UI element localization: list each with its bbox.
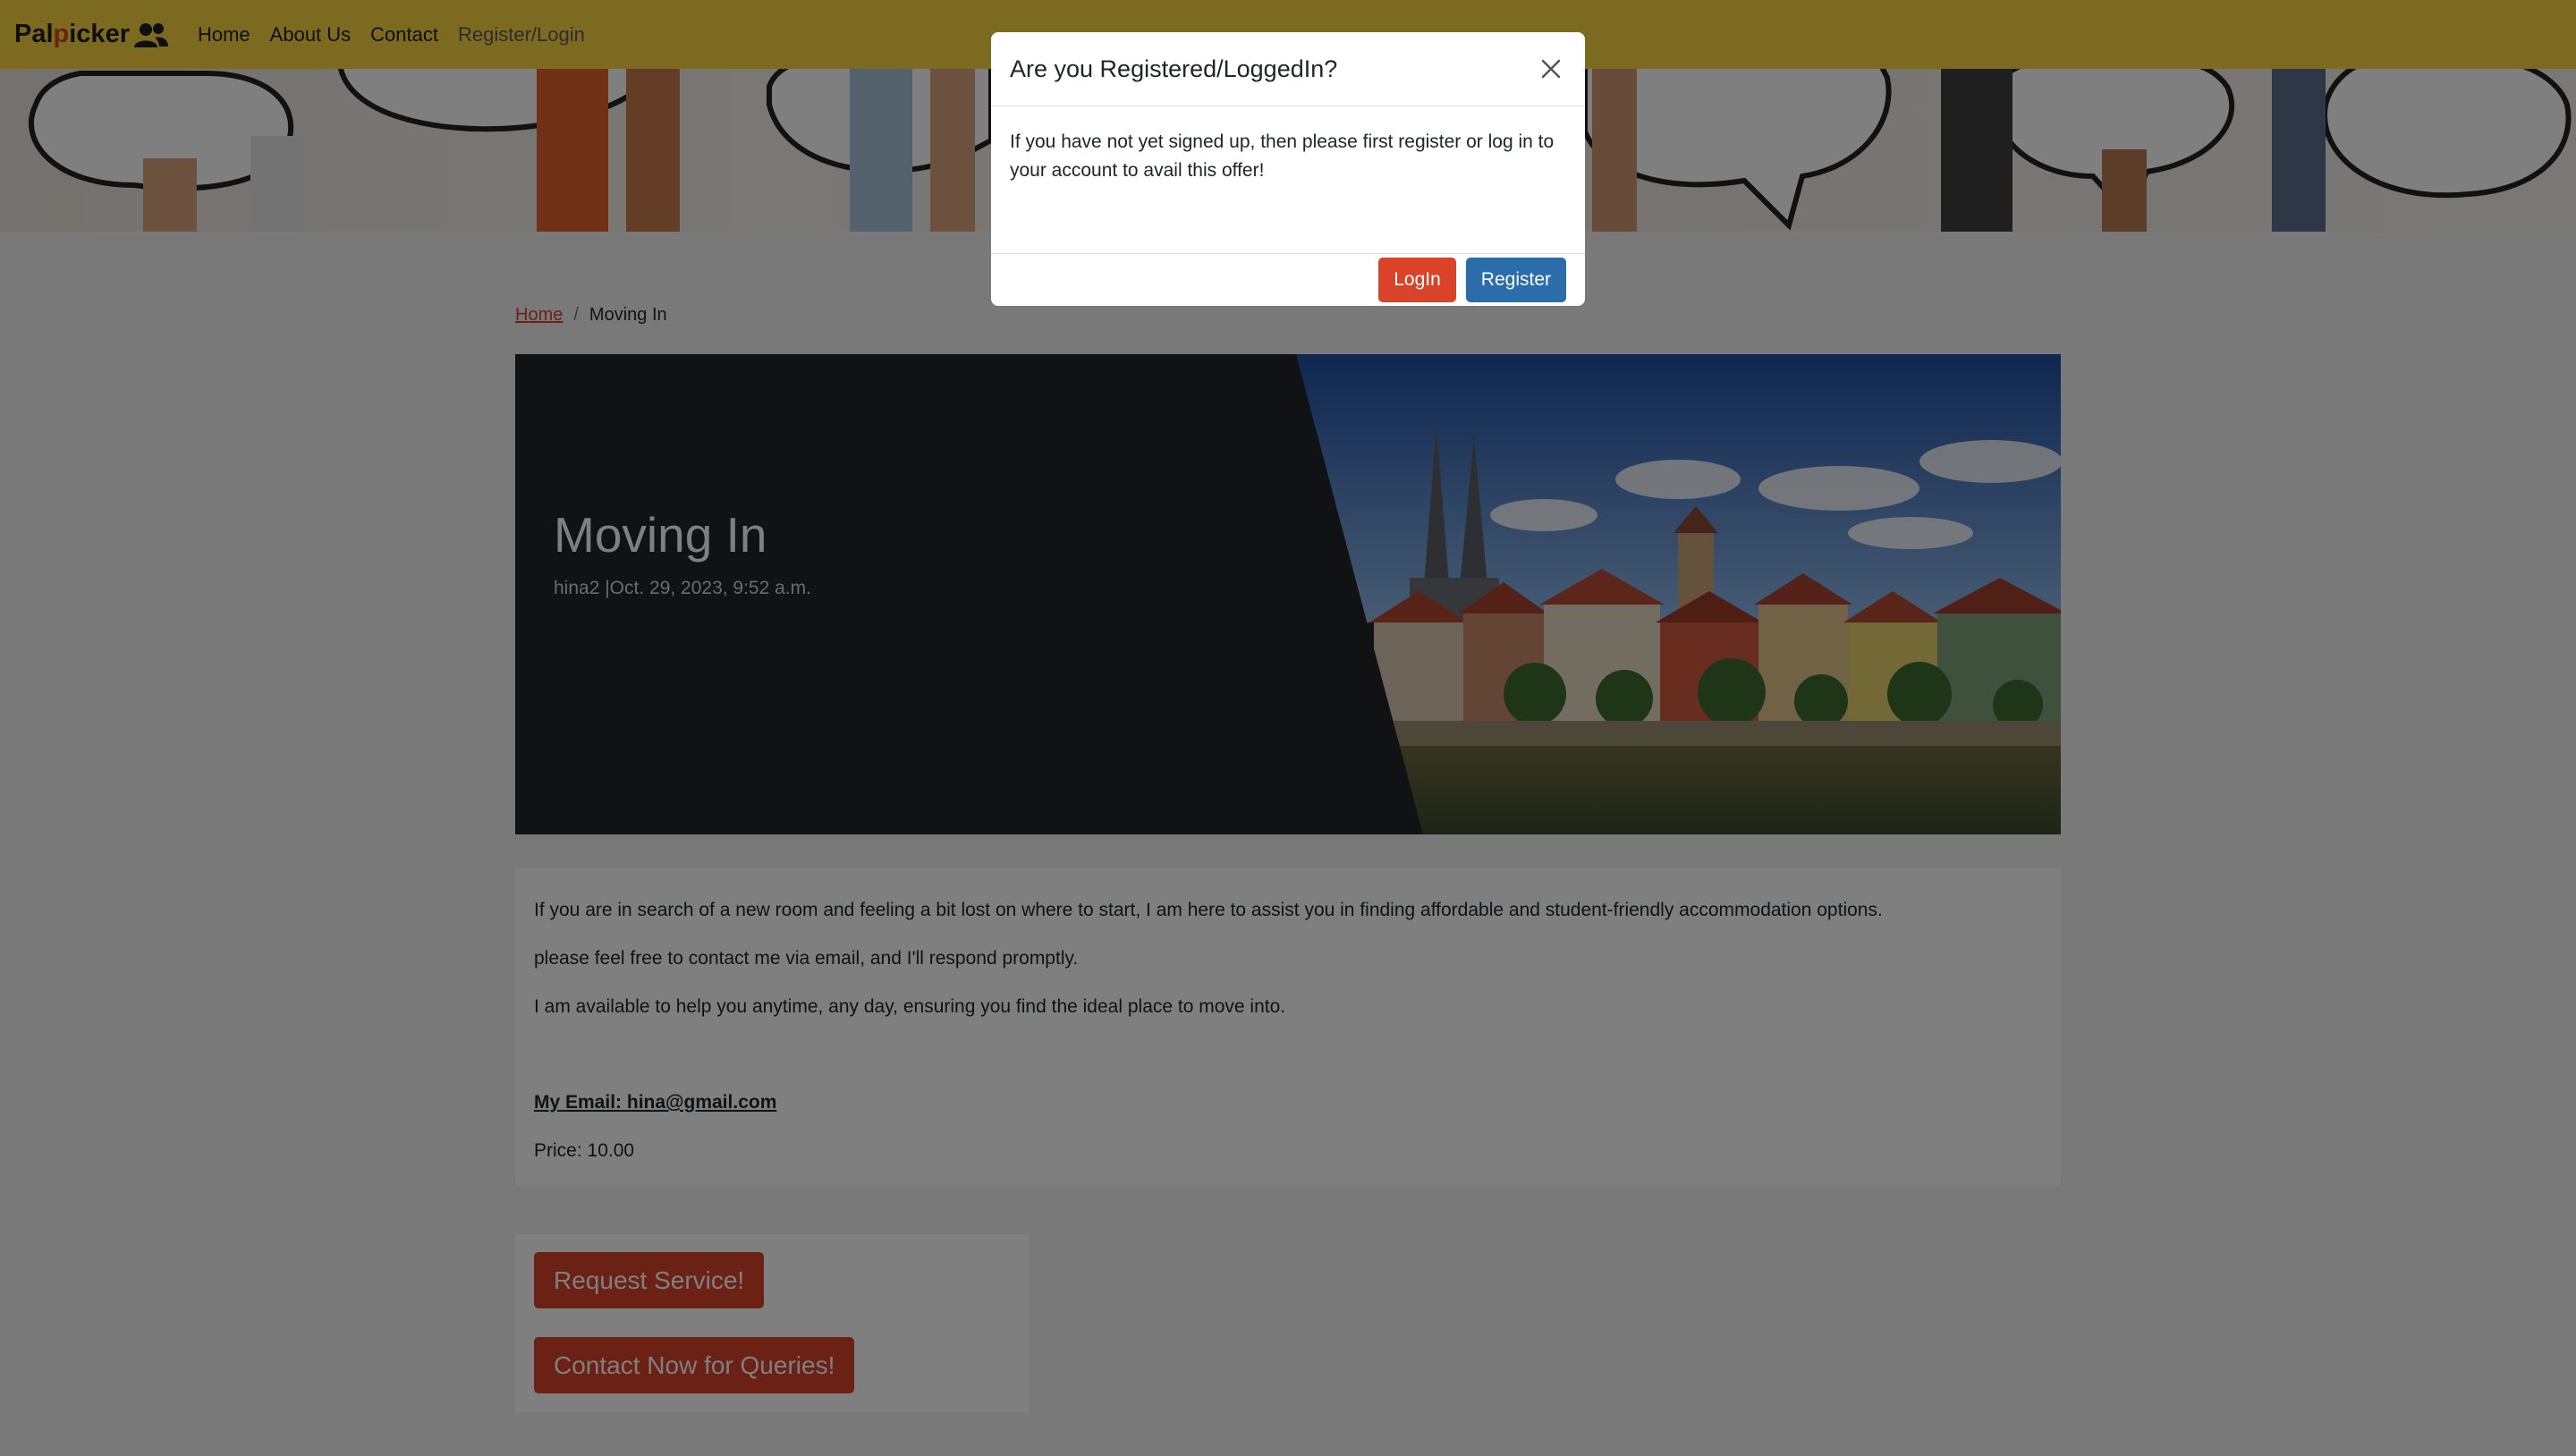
modal-message: If you have not yet signed up, then plea… [1010,131,1555,181]
register-button[interactable]: Register [1465,258,1566,302]
close-button[interactable] [1535,53,1567,85]
login-required-modal: Are you Registered/LoggedIn? If you have… [991,32,1585,306]
modal-footer: LogIn Register [991,254,1585,306]
login-button[interactable]: LogIn [1378,258,1456,302]
modal-header: Are you Registered/LoggedIn? [991,32,1585,106]
modal-title: Are you Registered/LoggedIn? [1010,55,1338,82]
close-icon [1541,59,1561,79]
modal-body: If you have not yet signed up, then plea… [991,106,1585,254]
